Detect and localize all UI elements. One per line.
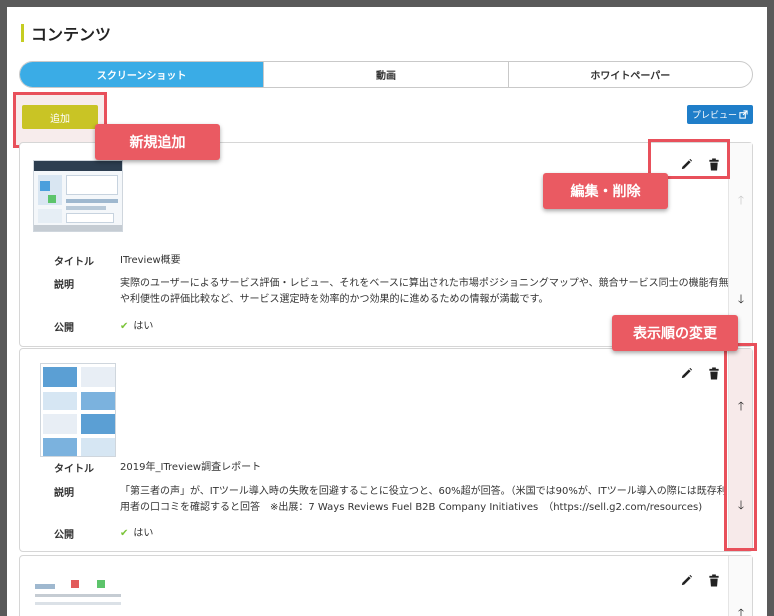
title-label: タイトル [54,464,94,475]
content-panel: コンテンツ スクリーンショット 動画 ホワイトペーパー 追加 プレビュー タイト… [7,7,767,616]
add-button[interactable]: 追加 [22,105,98,129]
content-item-card: タイトル 2019年_ITreview調査レポート 説明 「第三者の声」が、IT… [19,348,753,552]
report-thumbnail [40,363,116,457]
check-icon: ✔ [120,528,129,539]
order-highlight [724,343,757,551]
content-item-card: 🡑 [19,555,753,616]
arrow-up-icon[interactable]: 🡑 [729,604,753,616]
public-label: 公開 [54,530,74,541]
content-tabs: スクリーンショット 動画 ホワイトペーパー [19,61,753,88]
item-title: 2019年_ITreview調査レポート [120,462,262,473]
screenshot-thumbnail [33,580,123,616]
title-accent-bar [21,24,24,42]
tab-screenshot[interactable]: スクリーンショット [20,62,264,87]
callout-edit-delete: 編集・削除 [543,173,668,209]
public-value: はい [133,321,154,332]
trash-icon[interactable] [706,572,722,588]
public-row: 公開 ✔ はい [54,526,735,542]
title-row: タイトル 2019年_ITreview調査レポート [54,460,735,476]
order-controls: 🡑 [728,556,752,616]
public-label: 公開 [54,323,74,334]
item-actions [678,365,722,381]
section-title-text: コンテンツ [31,25,112,44]
item-description: 実際のユーザーによるサービス評価・レビュー、それをベースに算出された市場ポジショ… [120,278,729,305]
item-title: ITreview概要 [120,255,181,266]
external-link-icon [739,110,748,119]
pencil-icon[interactable] [678,365,694,381]
public-value: はい [133,528,154,539]
description-row: 説明 「第三者の声」が、ITツール導入時の失敗を回避することに役立つと、60%超… [54,484,735,516]
arrow-down-icon[interactable]: 🡓 [729,290,753,311]
preview-button-label: プレビュー [691,111,737,121]
item-actions [678,572,722,588]
arrow-up-icon[interactable]: 🡑 [729,191,753,212]
description-label: 説明 [54,488,74,499]
title-label: タイトル [54,257,94,268]
pencil-icon[interactable] [678,572,694,588]
check-icon: ✔ [120,321,129,332]
callout-add: 新規追加 [95,124,220,160]
tab-whitepaper[interactable]: ホワイトペーパー [507,62,752,87]
title-row: タイトル ITreview概要 [54,253,735,269]
description-row: 説明 実際のユーザーによるサービス評価・レビュー、それをベースに算出された市場ポ… [54,276,735,308]
trash-icon[interactable] [706,365,722,381]
callout-order: 表示順の変更 [612,315,738,351]
section-title: コンテンツ [21,21,111,45]
preview-button[interactable]: プレビュー [687,105,753,124]
item-description: 「第三者の声」が、ITツール導入時の失敗を回避することに役立つと、60%超が回答… [120,486,727,513]
description-label: 説明 [54,280,74,291]
add-button-highlight: 追加 [13,92,107,148]
tab-video[interactable]: 動画 [263,62,507,87]
screenshot-thumbnail [33,160,123,232]
